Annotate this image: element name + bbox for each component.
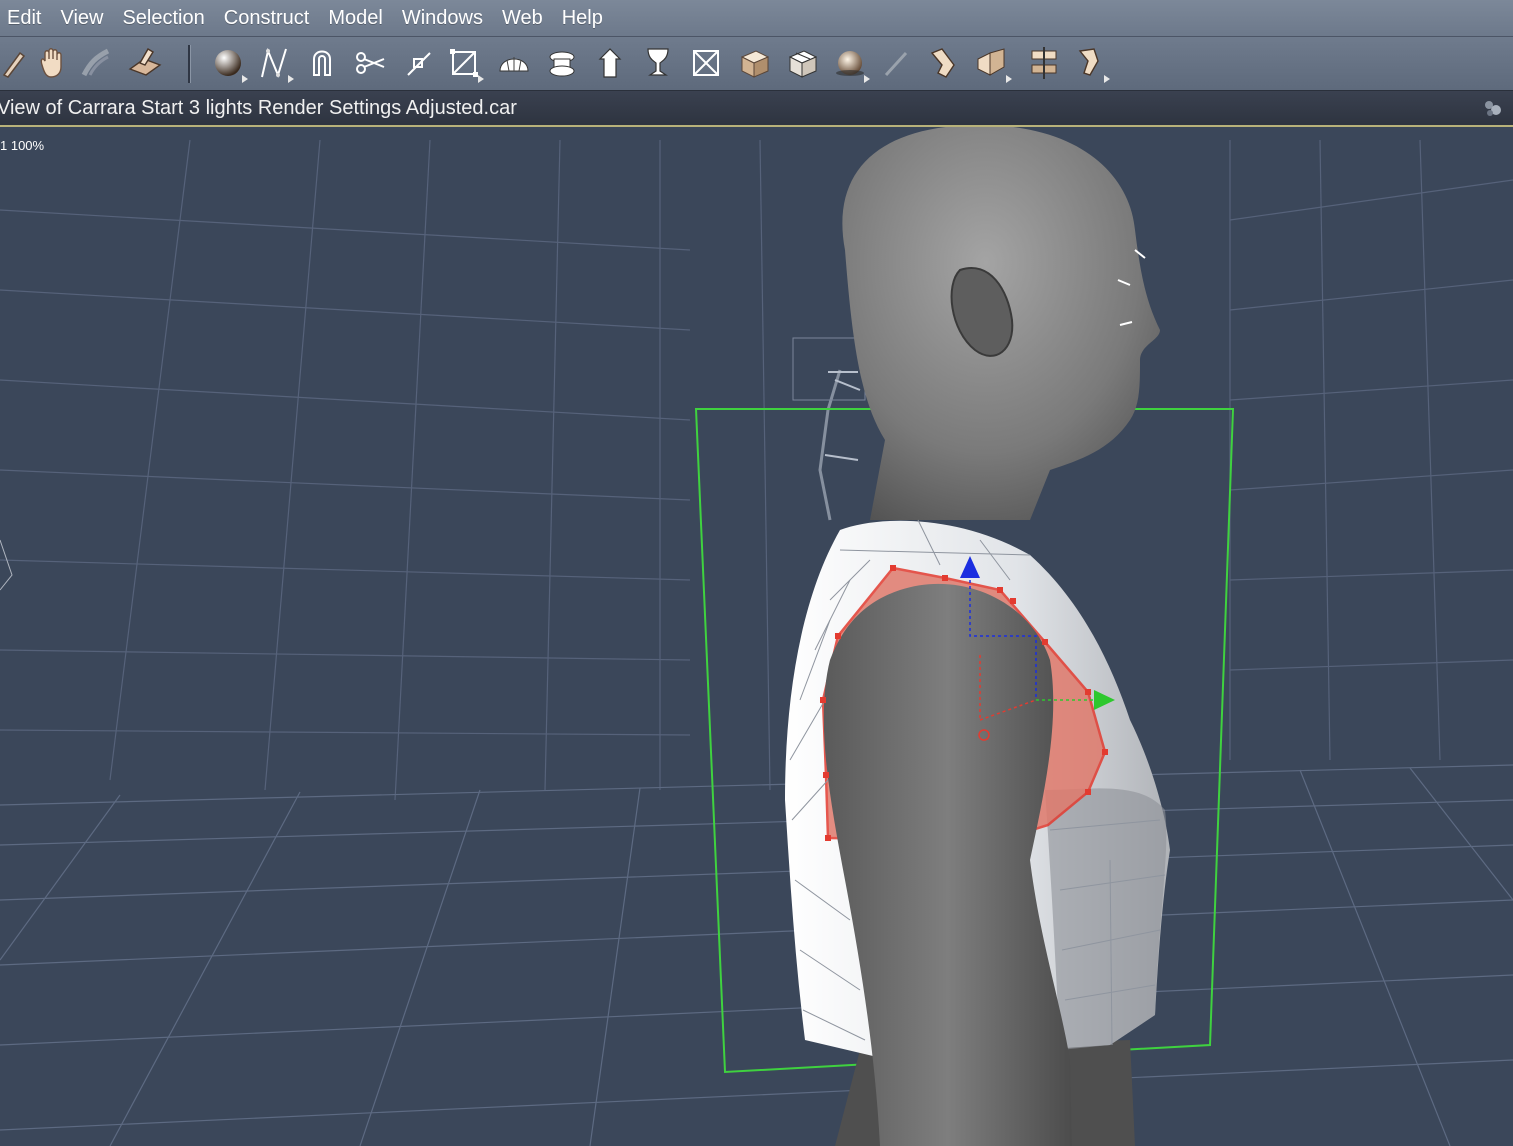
view-options-icon[interactable] <box>1481 97 1503 119</box>
box-open-icon[interactable] <box>782 43 822 83</box>
deform-icon[interactable] <box>972 43 1012 83</box>
menu-selection[interactable]: Selection <box>115 7 216 30</box>
scene-grid <box>0 139 1513 801</box>
half-dome-icon[interactable] <box>494 43 534 83</box>
flyout-arrow-icon <box>1104 75 1110 83</box>
scene-render <box>0 127 1513 1146</box>
zoom-level: 1 100% <box>0 138 45 153</box>
figure-model <box>785 127 1170 1146</box>
spline-icon[interactable] <box>254 43 294 83</box>
flyout-arrow-icon <box>242 75 248 83</box>
toolbar-separator <box>188 45 191 83</box>
3d-viewport[interactable]: 1 100% <box>0 127 1513 1146</box>
menu-help[interactable]: Help <box>555 7 615 30</box>
menu-view[interactable]: View <box>53 7 115 30</box>
flyout-arrow-icon <box>864 75 870 83</box>
menu-windows[interactable]: Windows <box>395 7 495 30</box>
pose-icon[interactable] <box>924 43 964 83</box>
bend-icon[interactable] <box>76 43 116 83</box>
vase-icon[interactable] <box>638 43 678 83</box>
menu-construct[interactable]: Construct <box>217 7 322 30</box>
scissors-icon[interactable] <box>350 43 390 83</box>
flyout-arrow-icon <box>288 75 294 83</box>
background-figure <box>818 369 842 521</box>
flyout-arrow-icon <box>478 75 484 83</box>
menu-edit[interactable]: Edit <box>0 7 53 30</box>
magnet-icon[interactable] <box>302 43 342 83</box>
floor-grid <box>0 764 1513 1146</box>
toolbar <box>0 37 1513 91</box>
arrow-icon[interactable] <box>590 43 630 83</box>
align-icon[interactable] <box>1024 43 1064 83</box>
flyout-arrow-icon <box>1006 75 1012 83</box>
ball-icon[interactable] <box>830 43 870 83</box>
view-title-bar: View of Carrara Start 3 lights Render Se… <box>0 91 1513 127</box>
eyedropper-icon[interactable] <box>0 43 32 83</box>
tilt-icon[interactable] <box>124 43 164 83</box>
square-x-icon[interactable] <box>686 43 726 83</box>
menu-model[interactable]: Model <box>321 7 394 30</box>
paint-icon[interactable] <box>1070 43 1110 83</box>
hand-pan-icon[interactable] <box>32 43 72 83</box>
menu-web[interactable]: Web <box>495 7 555 30</box>
extrude-icon[interactable] <box>542 43 582 83</box>
menu-bar: Edit View Selection Construct Model Wind… <box>0 0 1513 37</box>
view-title: View of Carrara Start 3 lights Render Se… <box>0 96 517 119</box>
cube-icon[interactable] <box>734 43 774 83</box>
knife-icon[interactable] <box>398 43 438 83</box>
sphere-icon[interactable] <box>208 43 248 83</box>
pen-icon[interactable] <box>876 43 916 83</box>
bounding-box-icon[interactable] <box>444 43 484 83</box>
